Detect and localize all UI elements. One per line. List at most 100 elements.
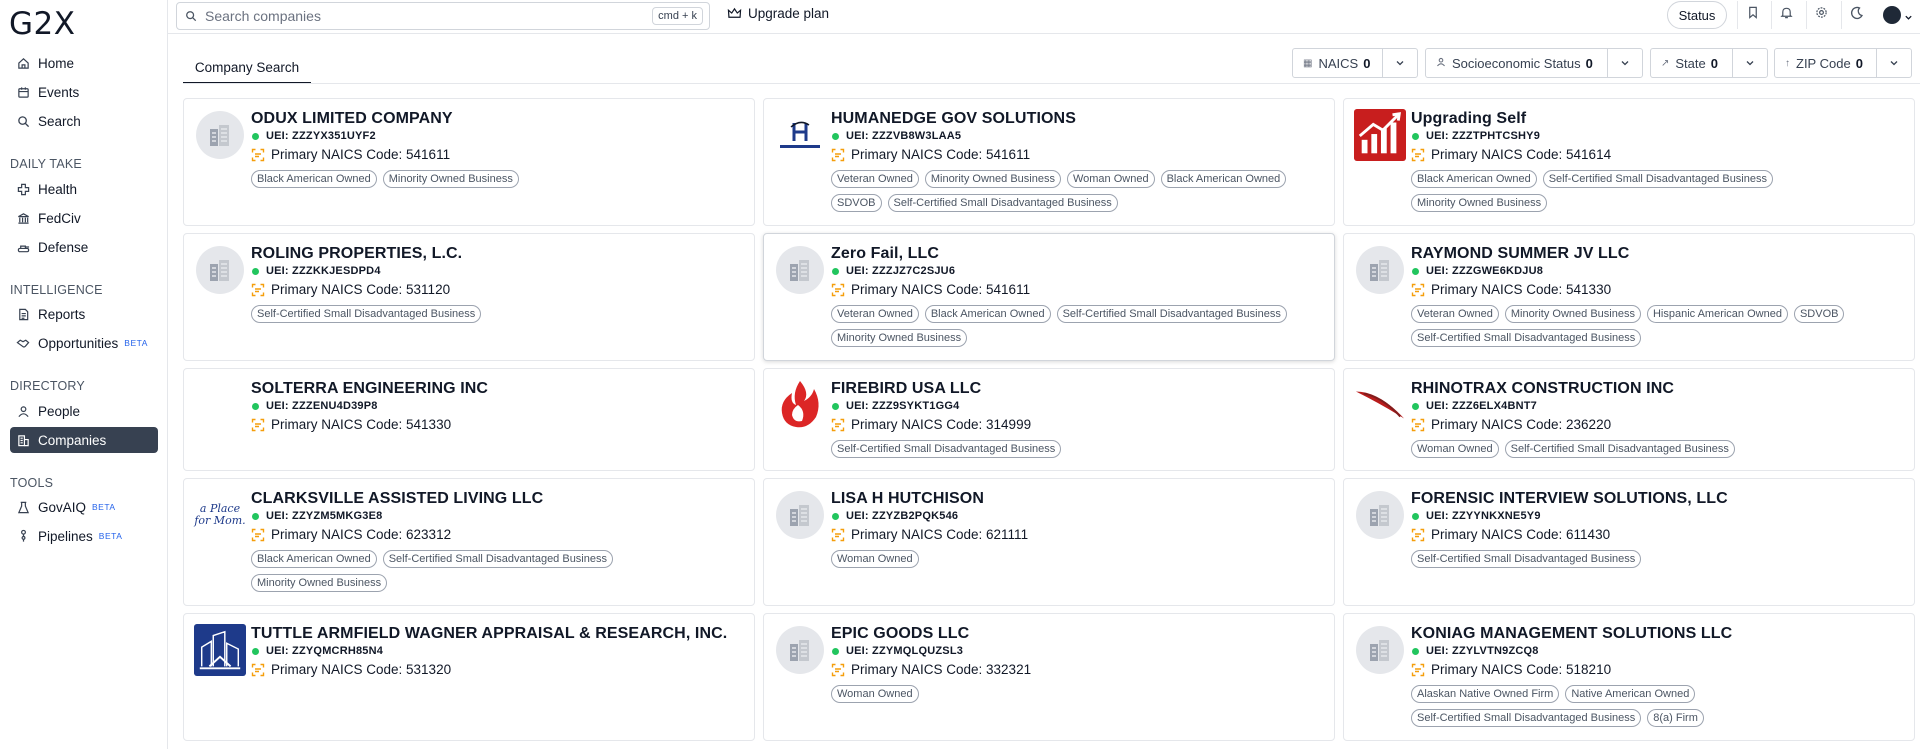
- socioeconomic-tag[interactable]: Minority Owned Business: [1411, 194, 1548, 212]
- company-card[interactable]: ROLING PROPERTIES, L.C. UEI: ZZZKKJESDPD…: [183, 233, 755, 361]
- g2x-logo[interactable]: G2X: [9, 6, 75, 42]
- company-name[interactable]: Upgrading Self: [1411, 109, 1906, 129]
- company-card[interactable]: EPIC GOODS LLC UEI: ZZYMQLQUZSL3 Primary…: [763, 613, 1335, 741]
- socioeconomic-tag[interactable]: Hispanic American Owned: [1646, 305, 1788, 323]
- socioeconomic-tag[interactable]: Woman Owned: [1066, 170, 1155, 188]
- company-card[interactable]: FORENSIC INTERVIEW SOLUTIONS, LLC UEI: Z…: [1343, 478, 1915, 606]
- filter-zip-dropdown[interactable]: [1877, 49, 1911, 77]
- sidebar-item-govaiq[interactable]: GovAIQ BETA: [10, 494, 158, 520]
- sidebar-item-home[interactable]: Home: [10, 50, 158, 76]
- socioeconomic-tag[interactable]: Minority Owned Business: [1504, 305, 1641, 323]
- sidebar-item-pipelines[interactable]: Pipelines BETA: [10, 523, 158, 549]
- filter-state[interactable]: ↗ State 0: [1650, 48, 1768, 78]
- company-card[interactable]: FIREBIRD USA LLC UEI: ZZZ9SYKT1GG4 Prima…: [763, 368, 1335, 471]
- bookmark-button[interactable]: [1737, 1, 1767, 29]
- socioeconomic-tag[interactable]: Alaskan Native Owned Firm: [1411, 685, 1560, 703]
- filter-naics-dropdown[interactable]: [1383, 49, 1417, 77]
- socioeconomic-tag[interactable]: Black American Owned: [251, 550, 377, 568]
- socioeconomic-tag[interactable]: Self-Certified Small Disadvantaged Busin…: [1504, 440, 1735, 458]
- socioeconomic-tag[interactable]: Self-Certified Small Disadvantaged Busin…: [1056, 305, 1287, 323]
- socioeconomic-tag[interactable]: Veteran Owned: [831, 305, 919, 323]
- sidebar-item-search[interactable]: Search: [10, 108, 158, 134]
- socioeconomic-tag[interactable]: Native American Owned: [1565, 685, 1696, 703]
- company-search-box[interactable]: cmd + k: [176, 2, 710, 30]
- company-name[interactable]: TUTTLE ARMFIELD WAGNER APPRAISAL & RESEA…: [251, 624, 746, 644]
- filter-socioeconomic-toggle[interactable]: Socioeconomic Status 0: [1426, 49, 1608, 77]
- sidebar-item-opportunities[interactable]: Opportunities BETA: [10, 330, 158, 356]
- socioeconomic-tag[interactable]: 8(a) Firm: [1647, 709, 1704, 727]
- company-card[interactable]: RHINOTRAX CONSTRUCTION INC UEI: ZZZ6ELX4…: [1343, 368, 1915, 471]
- filter-state-dropdown[interactable]: [1733, 49, 1767, 77]
- sidebar-item-defense[interactable]: Defense: [10, 234, 158, 260]
- company-name[interactable]: HUMANEDGE GOV SOLUTIONS: [831, 109, 1326, 129]
- company-card[interactable]: HUMANEDGE GOV SOLUTIONS UEI: ZZZVB8W3LAA…: [763, 98, 1335, 226]
- company-card[interactable]: RAYMOND SUMMER JV LLC UEI: ZZZGWE6KDJU8 …: [1343, 233, 1915, 361]
- socioeconomic-tag[interactable]: Self-Certified Small Disadvantaged Busin…: [887, 194, 1118, 212]
- status-button[interactable]: Status: [1667, 1, 1727, 29]
- socioeconomic-tag[interactable]: Minority Owned Business: [382, 170, 519, 188]
- theme-toggle-button[interactable]: [1841, 1, 1871, 29]
- company-name[interactable]: FORENSIC INTERVIEW SOLUTIONS, LLC: [1411, 489, 1906, 509]
- socioeconomic-tag[interactable]: Minority Owned Business: [831, 329, 968, 347]
- company-name[interactable]: LISA H HUTCHISON: [831, 489, 1326, 509]
- socioeconomic-tag[interactable]: Self-Certified Small Disadvantaged Busin…: [1411, 550, 1642, 568]
- company-name[interactable]: KONIAG MANAGEMENT SOLUTIONS LLC: [1411, 624, 1906, 644]
- company-name[interactable]: FIREBIRD USA LLC: [831, 379, 1326, 399]
- user-avatar[interactable]: [1883, 6, 1901, 24]
- notifications-button[interactable]: [1771, 1, 1801, 29]
- filter-socioeconomic-dropdown[interactable]: [1608, 49, 1642, 77]
- sidebar-item-companies[interactable]: Companies: [10, 427, 158, 453]
- sidebar-item-health[interactable]: Health: [10, 176, 158, 202]
- company-name[interactable]: RHINOTRAX CONSTRUCTION INC: [1411, 379, 1906, 399]
- filter-socioeconomic-status[interactable]: Socioeconomic Status 0: [1425, 48, 1643, 78]
- company-name[interactable]: CLARKSVILLE ASSISTED LIVING LLC: [251, 489, 746, 509]
- socioeconomic-tag[interactable]: Black American Owned: [1411, 170, 1537, 188]
- company-card[interactable]: Upgrading Self UEI: ZZZTPHTCSHY9 Primary…: [1343, 98, 1915, 226]
- socioeconomic-tag[interactable]: Minority Owned Business: [924, 170, 1061, 188]
- socioeconomic-tag[interactable]: Veteran Owned: [831, 170, 919, 188]
- company-card[interactable]: ODUX LIMITED COMPANY UEI: ZZZYX351UYF2 P…: [183, 98, 755, 226]
- sidebar-item-people[interactable]: People: [10, 398, 158, 424]
- filter-naics-toggle[interactable]: ▦ NAICS 0: [1293, 49, 1383, 77]
- company-card[interactable]: LISA H HUTCHISON UEI: ZZYZB2PQK546 Prima…: [763, 478, 1335, 606]
- company-name[interactable]: RAYMOND SUMMER JV LLC: [1411, 244, 1906, 264]
- settings-button[interactable]: [1806, 1, 1836, 29]
- filter-zip-toggle[interactable]: ↑ ZIP Code 0: [1775, 49, 1877, 77]
- company-card[interactable]: TUTTLE ARMFIELD WAGNER APPRAISAL & RESEA…: [183, 613, 755, 741]
- company-name[interactable]: Zero Fail, LLC: [831, 244, 1326, 264]
- search-input[interactable]: [205, 8, 653, 24]
- company-name[interactable]: SOLTERRA ENGINEERING INC: [251, 379, 746, 399]
- socioeconomic-tag[interactable]: Black American Owned: [251, 170, 377, 188]
- socioeconomic-tag[interactable]: Woman Owned: [831, 550, 919, 568]
- company-card[interactable]: a Place for Mom. CLARKSVILLE ASSISTED LIV…: [183, 478, 755, 606]
- socioeconomic-tag[interactable]: Minority Owned Business: [251, 574, 388, 592]
- company-name[interactable]: EPIC GOODS LLC: [831, 624, 1326, 644]
- sidebar-item-reports[interactable]: Reports: [10, 301, 158, 327]
- socioeconomic-tag[interactable]: SDVOB: [831, 194, 882, 212]
- socioeconomic-tag[interactable]: Self-Certified Small Disadvantaged Busin…: [382, 550, 613, 568]
- socioeconomic-tag[interactable]: Black American Owned: [1160, 170, 1287, 188]
- socioeconomic-tag[interactable]: Self-Certified Small Disadvantaged Busin…: [1411, 329, 1642, 347]
- company-name[interactable]: ODUX LIMITED COMPANY: [251, 109, 746, 129]
- socioeconomic-tag[interactable]: Veteran Owned: [1411, 305, 1499, 323]
- tab-company-search[interactable]: Company Search: [183, 52, 311, 84]
- socioeconomic-tag[interactable]: Woman Owned: [831, 685, 919, 703]
- filter-zip-code[interactable]: ↑ ZIP Code 0: [1774, 48, 1912, 78]
- socioeconomic-tag[interactable]: Self-Certified Small Disadvantaged Busin…: [1411, 709, 1642, 727]
- company-card[interactable]: Zero Fail, LLC UEI: ZZZJZ7C2SJU6 Primary…: [763, 233, 1335, 361]
- filter-naics[interactable]: ▦ NAICS 0: [1292, 48, 1418, 78]
- chevron-down-icon[interactable]: [1904, 9, 1913, 27]
- socioeconomic-tag[interactable]: Woman Owned: [1411, 440, 1499, 458]
- socioeconomic-tag[interactable]: SDVOB: [1793, 305, 1845, 323]
- sidebar-item-events[interactable]: Events: [10, 79, 158, 105]
- upgrade-plan-button[interactable]: Upgrade plan: [727, 6, 829, 21]
- socioeconomic-tag[interactable]: Self-Certified Small Disadvantaged Busin…: [831, 440, 1062, 458]
- filter-state-toggle[interactable]: ↗ State 0: [1651, 49, 1733, 77]
- company-card[interactable]: SOLTERRA ENGINEERING INC UEI: ZZZENU4D39…: [183, 368, 755, 471]
- sidebar-item-fedciv[interactable]: FedCiv: [10, 205, 158, 231]
- company-card[interactable]: KONIAG MANAGEMENT SOLUTIONS LLC UEI: ZZY…: [1343, 613, 1915, 741]
- socioeconomic-tag[interactable]: Self-Certified Small Disadvantaged Busin…: [1542, 170, 1773, 188]
- company-name[interactable]: ROLING PROPERTIES, L.C.: [251, 244, 746, 264]
- socioeconomic-tag[interactable]: Self-Certified Small Disadvantaged Busin…: [251, 305, 482, 323]
- socioeconomic-tag[interactable]: Black American Owned: [924, 305, 1051, 323]
